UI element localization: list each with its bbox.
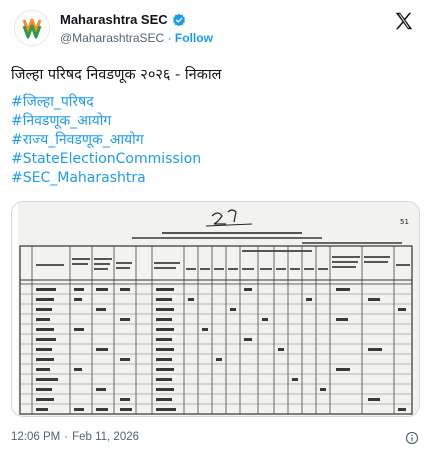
verified-badge-icon xyxy=(172,13,185,26)
handle-separator: · xyxy=(167,31,172,45)
handle-row: @MaharashtraSEC · Follow xyxy=(60,31,213,45)
post-title: जिल्हा परिषद निवडणूक २०२६ - निकाल xyxy=(11,67,222,83)
timestamp-separator: · xyxy=(64,431,69,443)
svg-text:51: 51 xyxy=(400,218,409,226)
hashtag-link[interactable]: #निवडणूक_आयोग xyxy=(11,112,421,131)
hashtag-link[interactable]: #राज्य_निवडणूक_आयोग xyxy=(11,131,421,150)
attached-image[interactable]: 51 xyxy=(11,201,420,417)
post-time: 12:06 PM xyxy=(11,431,61,443)
hashtag-link[interactable]: #StateElectionCommission xyxy=(11,150,421,169)
handle[interactable]: @MaharashtraSEC xyxy=(60,31,164,45)
hashtag-link[interactable]: #SEC_Maharashtra xyxy=(11,169,421,188)
follow-button[interactable]: Follow xyxy=(175,31,213,45)
post-text: जिल्हा परिषद निवडणूक २०२६ - निकाल xyxy=(11,66,421,85)
x-logo-icon[interactable] xyxy=(393,10,415,32)
display-name[interactable]: Maharashtra SEC xyxy=(60,12,168,27)
post-header: Maharashtra SEC @MaharashtraSEC · Follow xyxy=(0,0,433,54)
hashtag-list: #जिल्हा_परिषद #निवडणूक_आयोग #राज्य_निवडण… xyxy=(11,93,421,188)
hashtag-link[interactable]: #जिल्हा_परिषद xyxy=(11,93,421,112)
maharashtra-sec-logo-icon xyxy=(15,11,49,45)
scanned-results-sheet-image: 51 xyxy=(12,202,419,416)
name-row: Maharashtra SEC xyxy=(60,12,186,27)
avatar[interactable] xyxy=(14,10,50,46)
info-icon[interactable] xyxy=(405,431,419,445)
post-date: Feb 11, 2026 xyxy=(72,431,140,443)
post-timestamp[interactable]: 12:06 PM · Feb 11, 2026 xyxy=(11,431,139,443)
